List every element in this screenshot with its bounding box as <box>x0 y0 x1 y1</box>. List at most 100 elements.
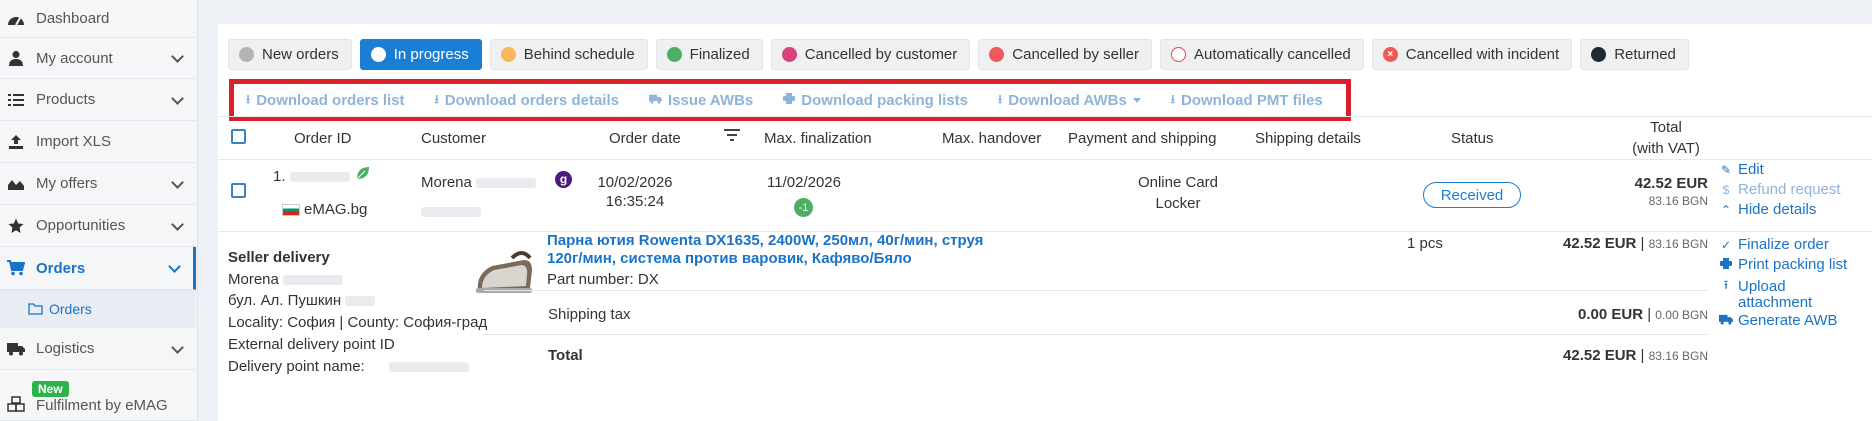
download-orders-list-link[interactable]: ⭳ Download orders list <box>246 90 405 111</box>
redacted-street <box>345 296 376 307</box>
genius-icon: g <box>555 170 572 188</box>
sidebar: Dashboard My account Products Import XLS… <box>0 0 198 421</box>
max-finalization-date: 11/02/2026 <box>767 174 841 191</box>
sidebar-item-my-offers[interactable]: My offers <box>0 163 196 205</box>
sidebar-item-orders[interactable]: Orders <box>0 247 196 290</box>
shipping-bgn: 0.00 BGN <box>1655 308 1708 322</box>
finalize-order-link[interactable]: ✓ Finalize order <box>1718 236 1829 253</box>
grand-total-bgn: 83.16 BGN <box>1648 349 1708 363</box>
shipping-tax-label: Shipping tax <box>548 306 631 323</box>
order-time: 16:35:24 <box>605 193 665 210</box>
list-icon <box>6 90 26 110</box>
boxes-icon <box>6 394 26 414</box>
column-total: Total <box>1650 119 1682 136</box>
line-total-eur: 42.52 EUR <box>1563 235 1637 252</box>
chevron-down-icon <box>168 260 181 273</box>
download-icon: ⭳ <box>434 91 439 106</box>
line-total-bgn: 83.16 BGN <box>1648 237 1708 251</box>
sidebar-subitem-orders[interactable]: Orders <box>0 290 196 328</box>
dashboard-icon <box>6 9 26 29</box>
filter-label: Behind schedule <box>523 46 635 63</box>
sidebar-item-label: My offers <box>36 175 98 192</box>
truck-icon <box>649 93 662 107</box>
download-pmt-files-link[interactable]: ⭳ Download PMT files <box>1171 90 1323 111</box>
download-orders-details-link[interactable]: ⭳ Download orders details <box>435 90 619 111</box>
edit-order-link[interactable]: ✎ Edit <box>1718 161 1764 178</box>
filter-cancelled-by-seller[interactable]: Cancelled by seller <box>978 39 1153 70</box>
filter-behind-schedule[interactable]: Behind schedule <box>489 39 648 70</box>
status-badge: Received <box>1423 182 1521 208</box>
sidebar-item-opportunities[interactable]: Opportunities <box>0 205 196 247</box>
delivery-point-name-text: Delivery point name: <box>228 358 365 375</box>
chevron-down-icon <box>171 217 184 231</box>
status-dot-icon <box>500 47 516 62</box>
refund-request-link[interactable]: $ Refund request <box>1718 181 1841 198</box>
column-max-finalization[interactable]: Max. finalization <box>764 130 872 147</box>
download-icon: ⭳ <box>1170 91 1175 106</box>
link-label: Download AWBs <box>1008 91 1127 109</box>
status-dot-icon <box>989 47 1005 62</box>
order-date: 10/02/2026 <box>597 174 673 191</box>
leaf-icon <box>356 166 370 184</box>
marketplace-text: eMAG.bg <box>304 201 368 218</box>
order-id-prefix: 1. <box>273 168 286 185</box>
issue-awbs-link[interactable]: Issue AWBs <box>649 92 753 109</box>
filter-label: In progress <box>393 46 469 63</box>
sidebar-item-import-xls[interactable]: Import XLS <box>0 121 196 163</box>
upload-icon <box>6 132 26 152</box>
sidebar-item-label: Dashboard <box>36 10 110 27</box>
delivery-name-text: Morena <box>228 271 279 288</box>
filter-cancelled-with-incident[interactable]: × Cancelled with incident <box>1371 39 1573 70</box>
sidebar-item-logistics[interactable]: Logistics <box>0 328 196 370</box>
download-packing-lists-link[interactable]: Download packing lists <box>783 92 968 109</box>
filter-label: Cancelled by customer <box>804 46 958 63</box>
filter-new-orders[interactable]: New orders <box>228 39 352 70</box>
cart-icon <box>6 258 26 278</box>
column-max-handover[interactable]: Max. handover <box>942 130 1041 147</box>
sidebar-item-products[interactable]: Products <box>0 79 196 121</box>
print-packing-list-link[interactable]: Print packing list <box>1718 256 1847 273</box>
hide-details-link[interactable]: ⌃ Hide details <box>1718 201 1816 218</box>
filter-finalized[interactable]: Finalized <box>655 39 763 70</box>
sort-icon[interactable] <box>724 128 740 146</box>
dollar-icon: $ <box>1722 182 1730 197</box>
sidebar-item-label: My account <box>36 49 113 67</box>
customer-name: Morena <box>421 174 537 191</box>
status-dot-icon <box>239 47 254 62</box>
column-customer[interactable]: Customer <box>421 130 486 147</box>
filter-automatically-cancelled[interactable]: Automatically cancelled <box>1160 39 1364 70</box>
truck-icon <box>1718 314 1734 328</box>
status-dot-icon <box>666 47 682 62</box>
chevron-down-icon <box>171 175 184 189</box>
delivery-street-text: бул. Ал. Пушкин <box>228 292 342 309</box>
bulgaria-flag-icon <box>282 204 300 217</box>
part-number: Part number: DX <box>547 271 659 288</box>
user-icon <box>6 48 26 68</box>
filter-cancelled-by-customer[interactable]: Cancelled by customer <box>770 39 971 70</box>
redacted-point <box>388 362 469 373</box>
product-thumbnail[interactable] <box>472 250 536 300</box>
column-order-id[interactable]: Order ID <box>294 130 352 147</box>
status-dot-icon <box>1591 47 1607 62</box>
sidebar-item-dashboard[interactable]: Dashboard <box>0 0 196 38</box>
sidebar-item-my-account[interactable]: My account <box>0 38 196 79</box>
order-id[interactable]: 1. <box>273 168 350 185</box>
link-label: Download packing lists <box>801 91 968 109</box>
link-label: Download orders details <box>444 91 619 109</box>
customer-name-text: Morena <box>421 174 472 191</box>
select-all-checkbox[interactable] <box>231 129 246 144</box>
orders-panel: New orders In progress Behind schedule F… <box>218 24 1872 421</box>
column-order-date[interactable]: Order date <box>609 130 681 147</box>
action-label: Hide details <box>1738 201 1817 218</box>
product-name-link[interactable]: Парна ютия Rowenta DX1635, 2400W, 250мл,… <box>547 232 987 268</box>
column-shipping-details: Shipping details <box>1255 130 1361 147</box>
sidebar-item-fulfilment[interactable]: New Fulfilment by eMAG <box>0 370 196 421</box>
generate-awb-link[interactable]: Generate AWB <box>1718 312 1838 329</box>
filter-in-progress[interactable]: In progress <box>359 39 482 70</box>
upload-attachment-link-line2[interactable]: attachment <box>1738 294 1812 311</box>
delivery-street: бул. Ал. Пушкин <box>228 292 376 309</box>
column-payment-shipping: Payment and shipping <box>1068 130 1217 147</box>
download-awbs-dropdown[interactable]: ⭳ Download AWBs <box>998 90 1141 111</box>
filter-returned[interactable]: Returned <box>1580 39 1689 70</box>
row-checkbox[interactable] <box>231 183 246 198</box>
